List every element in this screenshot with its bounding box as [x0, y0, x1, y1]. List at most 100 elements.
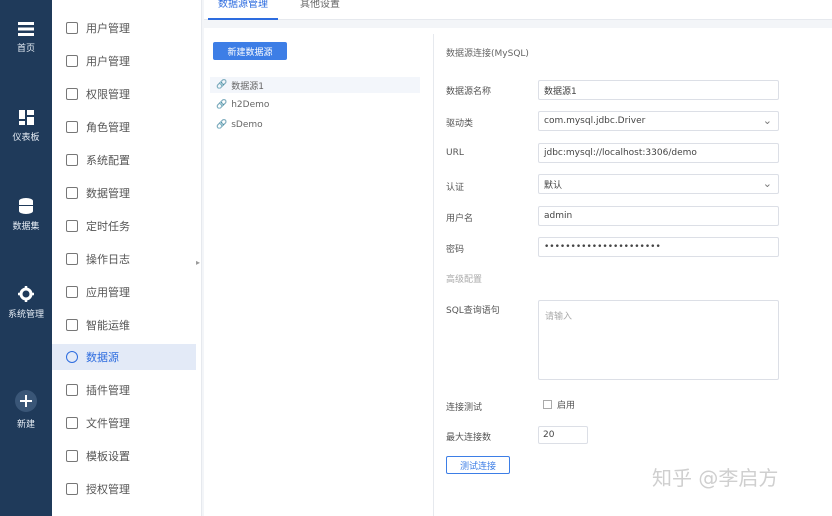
add-datasource-button[interactable]: 新建数据源: [213, 42, 287, 60]
menu-item-icon: [66, 22, 78, 34]
collapse-arrow-icon[interactable]: ▸: [196, 258, 200, 267]
rail-item-label: 仪表板: [12, 133, 40, 143]
sql-label: SQL查询语句: [446, 306, 500, 316]
rail-item-label: 数据集: [12, 222, 40, 232]
link-icon: [66, 351, 78, 363]
sidebar-item-label: 操作日志: [86, 253, 130, 266]
link-icon: 🔗: [216, 100, 228, 110]
log-icon: [66, 253, 78, 265]
sql-textarea[interactable]: 请输入: [538, 300, 779, 380]
password-input[interactable]: ••••••••••••••••••••••: [538, 237, 779, 257]
clock-icon: [66, 220, 78, 232]
sidebar-item[interactable]: 应用管理: [52, 279, 196, 305]
rail-item-home[interactable]: 首页: [0, 22, 52, 54]
sidebar-item-label: 用户管理: [86, 22, 130, 35]
max-conn-input[interactable]: 20: [538, 426, 588, 444]
sidebar-item[interactable]: 授权管理: [52, 476, 196, 502]
sidebar-item[interactable]: 文件管理: [52, 410, 196, 436]
panel-divider: [433, 34, 434, 516]
sidebar-item-label: 应用管理: [86, 286, 130, 299]
connection-test-label: 连接测试: [446, 403, 483, 413]
password-label: 密码: [446, 245, 465, 255]
lock-icon: [66, 88, 78, 100]
url-label: URL: [446, 148, 464, 158]
sidebar-item-label: 用户管理: [86, 55, 130, 68]
username-label: 用户名: [446, 214, 474, 224]
datasource-list-item[interactable]: 🔗 h2Demo: [210, 97, 420, 113]
role-icon: [66, 121, 78, 133]
driver-value: com.mysql.jdbc.Driver: [544, 116, 646, 126]
datasource-label: h2Demo: [231, 100, 270, 110]
rail-item-label: 新建: [16, 420, 35, 430]
sidebar-item-label: 授权管理: [86, 483, 130, 496]
rail-item-dashboard[interactable]: 仪表板: [0, 110, 52, 143]
rail-item-system[interactable]: 系统管理: [0, 286, 52, 320]
tab-datasource[interactable]: 数据源管理: [208, 0, 278, 20]
sidebar-item-label: 智能运维: [86, 319, 130, 332]
checkbox-box: [543, 400, 552, 409]
sidebar-item[interactable]: 用户管理: [52, 15, 196, 41]
test-connection-button[interactable]: 测试连接: [446, 456, 510, 474]
rail-item-label: 系统管理: [7, 310, 44, 320]
url-input[interactable]: jdbc:mysql://localhost:3306/demo: [538, 143, 779, 163]
link-icon: 🔗: [216, 120, 228, 130]
sidebar-item[interactable]: 用户管理: [52, 48, 196, 74]
database-icon: [19, 198, 33, 214]
rail-item-label: 首页: [16, 44, 35, 54]
rail-item-dataset[interactable]: 数据集: [0, 198, 52, 232]
datasource-list-item[interactable]: 🔗 数据源1: [210, 77, 420, 93]
username-input[interactable]: admin: [538, 206, 779, 226]
tab-other[interactable]: 其他设置: [290, 0, 350, 20]
sidebar-item-label: 定时任务: [86, 220, 130, 233]
menu-icon: [18, 22, 34, 36]
sidebar-item[interactable]: 权限管理: [52, 81, 196, 107]
sidebar-item-label: 文件管理: [86, 417, 130, 430]
chevron-down-icon: ⌄: [762, 177, 772, 190]
plugin-icon: [66, 384, 78, 396]
sidebar-item-label: 系统配置: [86, 154, 130, 167]
sidebar-item[interactable]: 智能运维: [52, 312, 196, 338]
app-rail: 首页 仪表板 数据集 系统管理 新建: [0, 0, 52, 516]
sidebar-item-label: 数据源: [86, 351, 119, 364]
user-icon: [66, 55, 78, 67]
name-input[interactable]: 数据源1: [538, 80, 779, 100]
auth-label: 认证: [446, 183, 465, 193]
sidebar-item-datasource[interactable]: 数据源: [52, 344, 196, 370]
sidebar: 用户管理 用户管理 权限管理 角色管理 系统配置 数据管理 定时任务 操作日志 …: [52, 0, 202, 516]
sidebar-item-label: 角色管理: [86, 121, 130, 134]
sidebar-item-label: 权限管理: [86, 88, 130, 101]
form-title: 数据源连接(MySQL): [446, 49, 529, 59]
sidebar-item[interactable]: 定时任务: [52, 213, 196, 239]
config-icon: [66, 154, 78, 166]
data-icon: [66, 187, 78, 199]
sidebar-item[interactable]: 角色管理: [52, 114, 196, 140]
link-icon: 🔗: [216, 80, 228, 90]
rail-item-new[interactable]: 新建: [0, 390, 52, 430]
checkbox-label: 启用: [557, 401, 576, 411]
sidebar-item[interactable]: 系统配置: [52, 147, 196, 173]
tab-bar: 数据源管理 其他设置: [204, 0, 832, 20]
gear-icon: [18, 286, 34, 302]
file-icon: [66, 417, 78, 429]
chevron-down-icon: ⌄: [762, 114, 772, 127]
app-icon: [66, 286, 78, 298]
driver-select[interactable]: com.mysql.jdbc.Driver ⌄: [538, 111, 779, 131]
sidebar-item-label: 插件管理: [86, 384, 130, 397]
sidebar-item[interactable]: 数据管理: [52, 180, 196, 206]
enable-checkbox[interactable]: 启用: [543, 398, 575, 411]
datasource-label: sDemo: [231, 120, 263, 130]
auth-select[interactable]: 默认 ⌄: [538, 174, 779, 194]
license-icon: [66, 483, 78, 495]
sidebar-item[interactable]: 操作日志: [52, 246, 196, 272]
datasource-label: 数据源1: [231, 81, 264, 92]
max-conn-label: 最大连接数: [446, 433, 492, 443]
plus-icon: [15, 390, 37, 412]
sidebar-item[interactable]: 模板设置: [52, 443, 196, 469]
template-icon: [66, 450, 78, 462]
sidebar-item[interactable]: 插件管理: [52, 377, 196, 403]
sidebar-item-label: 模板设置: [86, 450, 130, 463]
auth-value: 默认: [544, 180, 563, 191]
dashboard-icon: [18, 110, 34, 125]
datasource-list-item[interactable]: 🔗 sDemo: [210, 117, 420, 133]
name-label: 数据源名称: [446, 87, 492, 97]
